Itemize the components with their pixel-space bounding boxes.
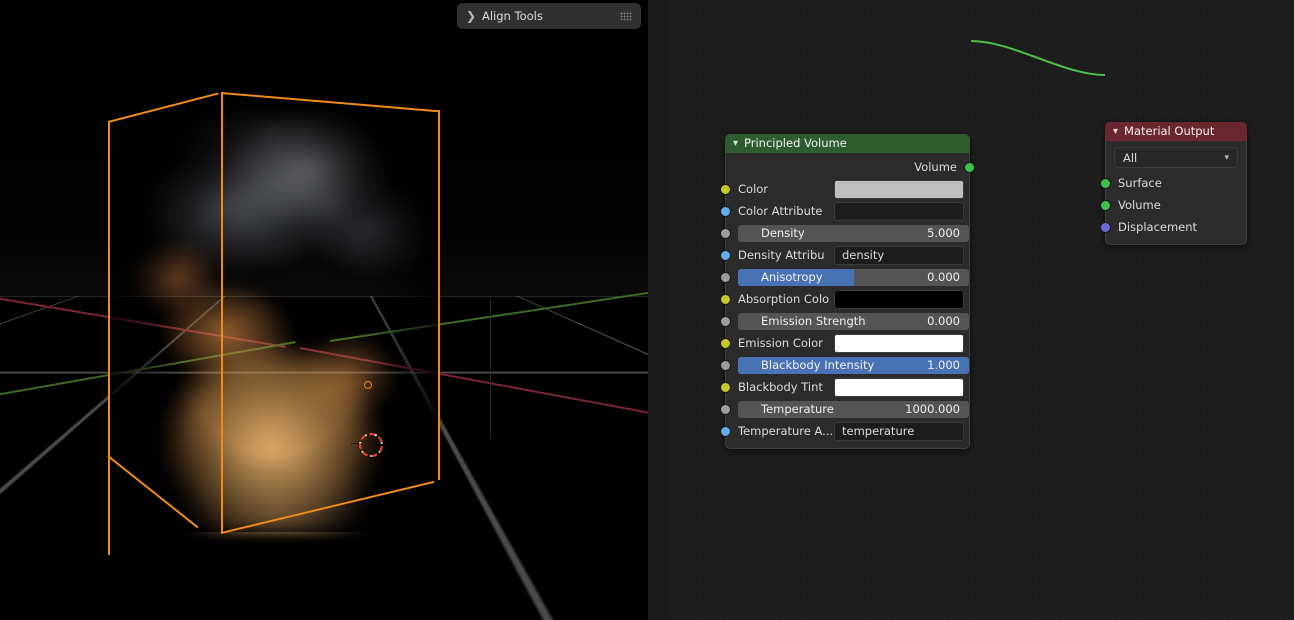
node-input-row-density-attribute[interactable]: Density Attribu density — [720, 244, 969, 266]
smoke-domain-object[interactable] — [107, 92, 440, 555]
slider-field-blackbody-intensity[interactable]: Blackbody Intensity 1.000 — [738, 356, 969, 374]
node-body-material-output: All ▾ Surface Volume Displacement — [1100, 141, 1247, 245]
blender-window: ❯ Align Tools ▾ Principled Volume Volume — [0, 0, 1294, 620]
object-origin-dot — [364, 381, 372, 389]
color-swatch-emission-color[interactable] — [834, 333, 964, 353]
input-label-anisotropy: Anisotropy — [761, 270, 823, 284]
input-label-blackbody-intensity: Blackbody Intensity — [761, 358, 875, 372]
node-principled-volume[interactable]: ▾ Principled Volume Volume Color Color A… — [720, 134, 975, 449]
axis-line-z — [490, 298, 492, 438]
input-label-emission-color: Emission Color — [738, 336, 823, 350]
text-field-density-attribute[interactable]: density — [834, 245, 964, 265]
color-swatch-color[interactable] — [834, 179, 964, 199]
socket-color-attribute[interactable] — [720, 206, 731, 217]
domain-edge — [220, 92, 440, 113]
domain-edge — [221, 92, 223, 532]
input-label-density: Density — [761, 226, 805, 240]
color-swatch-blackbody-tint[interactable] — [834, 377, 964, 397]
number-field-density[interactable]: Density 5.000 — [738, 224, 969, 242]
node-title: Material Output — [1124, 124, 1215, 138]
3d-viewport[interactable]: ❯ Align Tools — [0, 0, 648, 620]
node-body-principled-volume: Volume Color Color Attribute Density 5.0… — [720, 153, 975, 449]
node-input-row-temperature-attribute[interactable]: Temperature A... temperature — [720, 420, 969, 442]
node-input-row-emission-color[interactable]: Emission Color — [720, 332, 969, 354]
node-input-row-color-attribute[interactable]: Color Attribute — [720, 200, 969, 222]
input-label-surface: Surface — [1118, 176, 1162, 190]
socket-emission-color[interactable] — [720, 338, 731, 349]
value-blackbody-intensity: 1.000 — [927, 358, 960, 372]
socket-emission-strength[interactable] — [720, 316, 731, 327]
number-field-emission-strength[interactable]: Emission Strength 0.000 — [738, 312, 969, 330]
volume-smoke-render — [112, 112, 432, 532]
slider-field-anisotropy[interactable]: Anisotropy 0.000 — [738, 268, 969, 286]
input-label-displacement: Displacement — [1118, 220, 1198, 234]
output-label-volume: Volume — [914, 160, 957, 174]
value-anisotropy: 0.000 — [927, 270, 960, 284]
socket-anisotropy[interactable] — [720, 272, 731, 283]
value-temperature: 1000.000 — [905, 402, 960, 416]
chevron-down-icon[interactable]: ▾ — [1113, 122, 1118, 141]
number-field-temperature[interactable]: Temperature 1000.000 — [738, 400, 969, 418]
socket-color[interactable] — [720, 184, 731, 195]
socket-displacement[interactable] — [1100, 222, 1111, 233]
input-label-color: Color — [738, 182, 769, 196]
input-label-volume: Volume — [1118, 198, 1161, 212]
domain-edge — [438, 110, 440, 480]
socket-output-volume[interactable] — [964, 162, 975, 173]
chevron-right-icon[interactable]: ❯ — [466, 10, 478, 22]
node-input-row-emission-strength[interactable]: Emission Strength 0.000 — [720, 310, 969, 332]
color-swatch-absorption-color[interactable] — [834, 289, 964, 309]
node-input-row-blackbody-intensity[interactable]: Blackbody Intensity 1.000 — [720, 354, 969, 376]
node-material-output[interactable]: ▾ Material Output All ▾ Surface Volume D… — [1100, 122, 1247, 245]
node-input-row-temperature[interactable]: Temperature 1000.000 — [720, 398, 969, 420]
chevron-down-icon[interactable]: ▾ — [1224, 153, 1229, 163]
align-tools-panel[interactable]: ❯ Align Tools — [457, 3, 641, 29]
socket-blackbody-tint[interactable] — [720, 382, 731, 393]
socket-density-attribute[interactable] — [720, 250, 731, 261]
area-splitter[interactable] — [648, 0, 668, 620]
chevron-down-icon[interactable]: ▾ — [733, 134, 738, 153]
3d-cursor — [351, 425, 388, 462]
node-title: Principled Volume — [744, 136, 847, 150]
socket-temperature[interactable] — [720, 404, 731, 415]
node-input-row-blackbody-tint[interactable]: Blackbody Tint — [720, 376, 969, 398]
node-input-row-color[interactable]: Color — [720, 178, 969, 200]
socket-temperature-attribute[interactable] — [720, 426, 731, 437]
node-input-row-displacement[interactable]: Displacement — [1100, 216, 1246, 238]
input-label-absorption-color: Absorption Colo — [738, 292, 830, 306]
text-field-temperature-attribute[interactable]: temperature — [834, 421, 964, 441]
node-input-row-anisotropy[interactable]: Anisotropy 0.000 — [720, 266, 969, 288]
node-input-row-surface[interactable]: Surface — [1100, 172, 1246, 194]
value-emission-strength: 0.000 — [927, 314, 960, 328]
grip-dots-icon[interactable] — [620, 11, 632, 21]
node-output-row[interactable]: Volume — [726, 156, 975, 178]
node-input-row-volume[interactable]: Volume — [1100, 194, 1246, 216]
node-header-material-output[interactable]: ▾ Material Output — [1105, 122, 1247, 141]
value-density: 5.000 — [927, 226, 960, 240]
text-field-color-attribute[interactable] — [834, 201, 964, 221]
input-label-temperature: Temperature — [761, 402, 834, 416]
input-label-color-attribute: Color Attribute — [738, 204, 823, 218]
socket-volume[interactable] — [1100, 200, 1111, 211]
domain-edge — [108, 121, 110, 555]
input-label-density-attribute: Density Attribu — [738, 248, 825, 262]
socket-density[interactable] — [720, 228, 731, 239]
node-header-principled-volume[interactable]: ▾ Principled Volume — [725, 134, 970, 153]
target-dropdown[interactable]: All ▾ — [1114, 147, 1238, 168]
input-label-emission-strength: Emission Strength — [761, 314, 866, 328]
socket-absorption-color[interactable] — [720, 294, 731, 305]
align-tools-label: Align Tools — [482, 9, 543, 23]
input-label-blackbody-tint: Blackbody Tint — [738, 380, 823, 394]
socket-blackbody-intensity[interactable] — [720, 360, 731, 371]
input-label-temperature-attribute: Temperature A... — [738, 424, 834, 438]
socket-surface[interactable] — [1100, 178, 1111, 189]
target-dropdown-value: All — [1123, 150, 1138, 165]
node-input-row-density[interactable]: Density 5.000 — [720, 222, 969, 244]
shader-node-editor[interactable]: ▾ Principled Volume Volume Color Color A… — [668, 0, 1294, 620]
node-input-row-absorption-color[interactable]: Absorption Colo — [720, 288, 969, 310]
